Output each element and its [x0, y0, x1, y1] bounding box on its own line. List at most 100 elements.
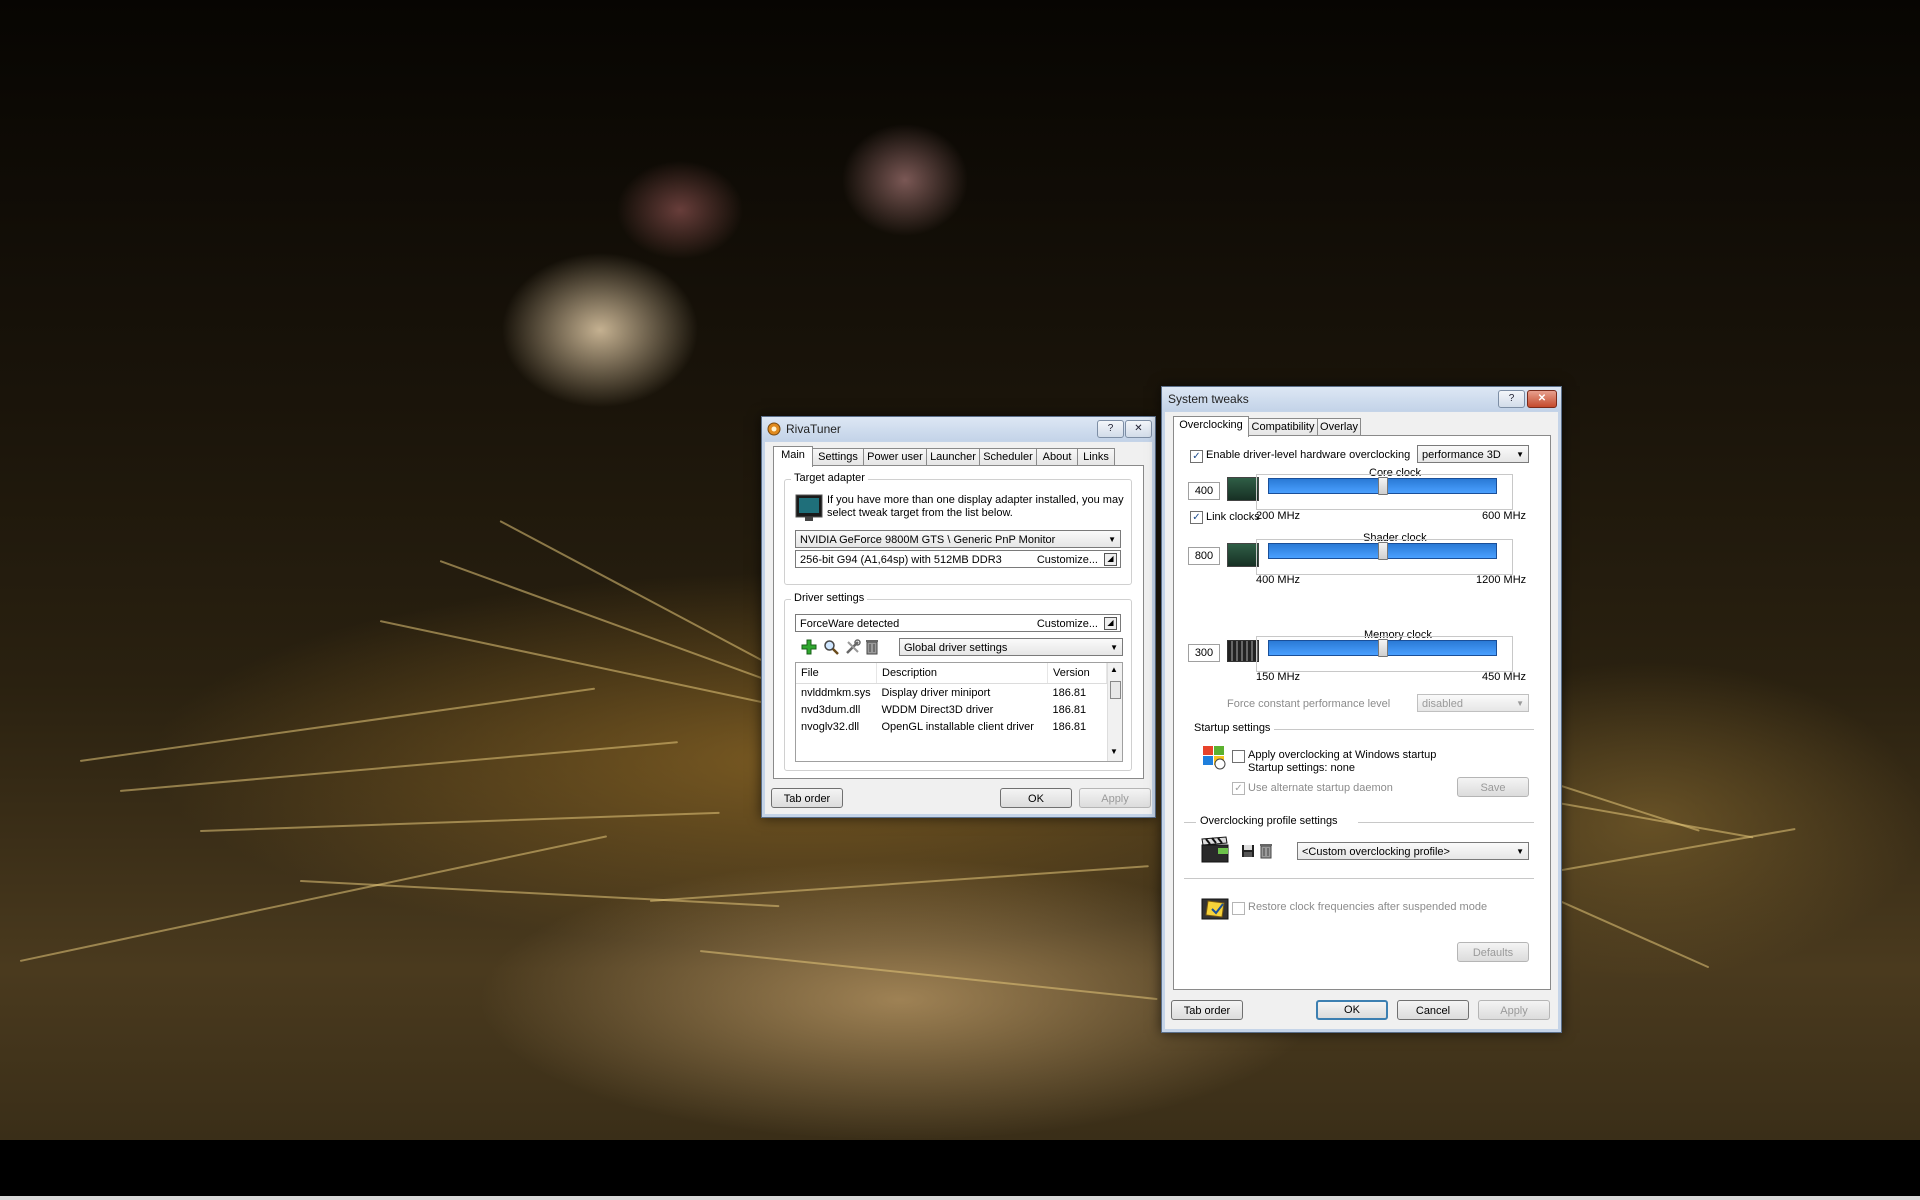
adapter-info-field: 256-bit G94 (A1,64sp) with 512MB DDR3 Cu…	[795, 550, 1121, 568]
system-tweaks-close-button[interactable]: ✕	[1527, 390, 1557, 408]
target-adapter-group: Target adapter If you have more than one…	[784, 472, 1132, 585]
tab-main[interactable]: Main	[773, 446, 813, 467]
description-cell: Display driver miniport	[881, 686, 991, 699]
tab-scheduler[interactable]: Scheduler	[979, 448, 1037, 466]
delete-profile-icon[interactable]	[1259, 843, 1273, 859]
rivatuner-help-button[interactable]: ?	[1097, 420, 1124, 438]
enable-oc-label: Enable driver-level hardware overclockin…	[1206, 449, 1411, 461]
tab-overlay[interactable]: Overlay	[1317, 418, 1361, 436]
column-header-version[interactable]: Version	[1047, 663, 1107, 684]
link-clocks-checkbox[interactable]: ✓	[1190, 511, 1203, 524]
alt-daemon-checkbox[interactable]: ✓	[1232, 782, 1245, 795]
tab-compatibility[interactable]: Compatibility	[1248, 418, 1318, 436]
apply-oc-startup-label: Apply overclocking at Windows startup	[1248, 749, 1437, 761]
restore-clock-icon	[1201, 898, 1229, 920]
driver-files-table: File Description Version nvlddmkm.sys Di…	[796, 663, 1107, 735]
driver-settings-select[interactable]: Global driver settings ▼	[899, 638, 1123, 656]
driver-settings-group: Driver settings ForceWare detected Custo…	[784, 592, 1132, 771]
rivatuner-title: RivaTuner	[786, 422, 841, 436]
tab-about[interactable]: About	[1036, 448, 1078, 466]
adapter-info-value: 256-bit G94 (A1,64sp) with 512MB DDR3	[800, 554, 1002, 566]
memory-chip-icon	[1227, 640, 1259, 662]
apply-oc-startup-checkbox[interactable]	[1232, 750, 1245, 763]
scroll-up-icon[interactable]: ▲	[1110, 665, 1118, 674]
scroll-down-icon[interactable]: ▼	[1110, 747, 1118, 756]
shader-clock-value[interactable]: 800	[1188, 547, 1220, 565]
customize-arrow-icon[interactable]: ◢	[1104, 553, 1117, 566]
system-tweaks-tabs: Overclocking Compatibility Overlay	[1173, 416, 1473, 437]
link-clocks-label: Link clocks	[1206, 511, 1260, 523]
table-header-row: File Description Version	[796, 663, 1107, 684]
system-tweaks-apply-button[interactable]: Apply	[1478, 1000, 1550, 1020]
adapter-select[interactable]: NVIDIA GeForce 9800M GTS \ Generic PnP M…	[795, 530, 1121, 548]
oc-mode-select[interactable]: performance 3D ▼	[1417, 445, 1529, 463]
files-scrollbar[interactable]: ▲ ▼	[1107, 663, 1122, 761]
rivatuner-main-page: Target adapter If you have more than one…	[773, 465, 1144, 779]
adapter-customize-link[interactable]: Customize...	[1037, 551, 1098, 569]
system-tweaks-client: Overclocking Compatibility Overlay ✓ Ena…	[1165, 412, 1558, 1029]
rivatuner-tab-order-button[interactable]: Tab order	[771, 788, 843, 808]
rivatuner-tabs: Main Settings Power user Launcher Schedu…	[773, 446, 1143, 467]
gpu-core-icon	[1227, 477, 1259, 501]
tab-overclocking[interactable]: Overclocking	[1173, 416, 1249, 437]
column-header-file[interactable]: File	[796, 663, 877, 684]
system-tweaks-help-button[interactable]: ?	[1498, 390, 1525, 408]
system-tweaks-titlebar[interactable]: System tweaks ? ✕	[1162, 387, 1561, 411]
rivatuner-client: Main Settings Power user Launcher Schedu…	[765, 442, 1152, 814]
memory-clock-min: 150 MHz	[1256, 671, 1301, 683]
file-cell: nvoglv32.dll	[801, 720, 860, 733]
core-clock-value[interactable]: 400	[1188, 482, 1220, 500]
rivatuner-apply-button[interactable]: Apply	[1079, 788, 1151, 808]
oc-profile-select-value: <Custom overclocking profile>	[1302, 846, 1450, 858]
restore-clocks-checkbox[interactable]	[1232, 902, 1245, 915]
system-tweaks-ok-button[interactable]: OK	[1316, 1000, 1388, 1020]
table-row[interactable]: nvlddmkm.sys Display driver miniport 186…	[796, 684, 1107, 702]
adapter-select-value: NVIDIA GeForce 9800M GTS \ Generic PnP M…	[800, 534, 1056, 546]
customize-arrow-icon[interactable]: ◢	[1104, 617, 1117, 630]
system-tweaks-title: System tweaks	[1168, 392, 1249, 406]
profile-separator-left	[1184, 822, 1196, 823]
add-icon[interactable]	[801, 639, 817, 655]
rivatuner-ok-button[interactable]: OK	[1000, 788, 1072, 808]
shader-clock-slider-thumb[interactable]	[1377, 542, 1388, 560]
enable-oc-checkbox[interactable]: ✓	[1190, 450, 1203, 463]
column-header-description[interactable]: Description	[876, 663, 1048, 684]
driver-customize-link[interactable]: Customize...	[1037, 615, 1098, 633]
system-tweaks-tab-order-button[interactable]: Tab order	[1171, 1000, 1243, 1020]
driver-detected-field: ForceWare detected Customize... ◢	[795, 614, 1121, 632]
tab-power-user[interactable]: Power user	[863, 448, 927, 466]
file-cell: nvlddmkm.sys	[801, 686, 871, 699]
defaults-button[interactable]: Defaults	[1457, 942, 1529, 962]
tools-icon[interactable]	[845, 639, 861, 655]
startup-save-button[interactable]: Save	[1457, 777, 1529, 797]
chevron-down-icon: ▼	[1108, 535, 1116, 544]
file-cell: nvd3dum.dll	[801, 703, 861, 716]
force-perf-label: Force constant performance level	[1227, 698, 1391, 710]
tab-links[interactable]: Links	[1077, 448, 1115, 466]
oc-profile-select[interactable]: <Custom overclocking profile> ▼	[1297, 842, 1529, 860]
description-cell: OpenGL installable client driver	[881, 720, 1034, 733]
table-row[interactable]: nvd3dum.dll WDDM Direct3D driver 186.81	[796, 701, 1107, 718]
tab-launcher[interactable]: Launcher	[926, 448, 980, 466]
search-icon[interactable]	[823, 639, 839, 655]
alt-daemon-label: Use alternate startup daemon	[1248, 782, 1393, 794]
force-perf-select[interactable]: disabled ▼	[1417, 694, 1529, 712]
save-profile-icon[interactable]	[1241, 844, 1255, 858]
core-clock-max: 600 MHz	[1482, 510, 1527, 522]
windows-startup-icon	[1203, 746, 1226, 770]
restore-clocks-label: Restore clock frequencies after suspende…	[1248, 901, 1488, 913]
driver-files-list[interactable]: File Description Version nvlddmkm.sys Di…	[795, 662, 1123, 762]
overclocking-page: ✓ Enable driver-level hardware overclock…	[1173, 435, 1551, 990]
memory-clock-value[interactable]: 300	[1188, 644, 1220, 662]
system-tweaks-cancel-button[interactable]: Cancel	[1397, 1000, 1469, 1020]
core-clock-slider-thumb[interactable]	[1377, 477, 1388, 495]
memory-clock-slider-thumb[interactable]	[1377, 639, 1388, 657]
scroll-thumb[interactable]	[1110, 681, 1121, 699]
rivatuner-titlebar[interactable]: RivaTuner ? ✕	[762, 417, 1155, 441]
description-cell: WDDM Direct3D driver	[881, 703, 994, 716]
trash-icon[interactable]	[865, 639, 879, 655]
memory-clock-max: 450 MHz	[1482, 671, 1527, 683]
tab-settings[interactable]: Settings	[812, 448, 864, 466]
rivatuner-close-button[interactable]: ✕	[1125, 420, 1152, 438]
table-row[interactable]: nvoglv32.dll OpenGL installable client d…	[796, 718, 1107, 735]
